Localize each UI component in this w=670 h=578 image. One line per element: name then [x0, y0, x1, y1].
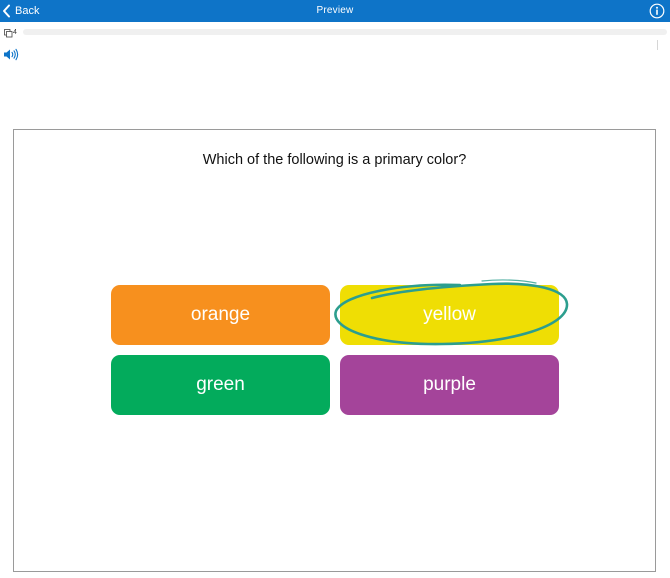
answer-label: yellow — [423, 304, 476, 325]
question-card: Which of the following is a primary colo… — [13, 129, 656, 572]
answer-orange-button[interactable]: orange — [111, 285, 330, 345]
scrollbar-indicator — [657, 40, 658, 50]
answer-green-button[interactable]: green — [111, 355, 330, 415]
page-title: Preview — [316, 5, 354, 16]
progress-row: 4 — [4, 28, 667, 38]
top-bar: Back Preview — [0, 0, 670, 22]
preview-screen: Back Preview 4 Which of the following is… — [0, 0, 670, 578]
answer-yellow-button[interactable]: yellow — [340, 285, 559, 345]
info-circle-icon[interactable] — [649, 3, 665, 19]
progress-bar — [23, 29, 667, 35]
answer-purple-button[interactable]: purple — [340, 355, 559, 415]
copy-stack-icon — [4, 29, 13, 38]
speaker-icon[interactable] — [3, 48, 19, 61]
answer-label: green — [196, 374, 245, 395]
question-text: Which of the following is a primary colo… — [202, 152, 467, 168]
answer-label: purple — [423, 374, 476, 395]
question-count: 4 — [13, 29, 17, 36]
answer-label: orange — [190, 304, 251, 325]
